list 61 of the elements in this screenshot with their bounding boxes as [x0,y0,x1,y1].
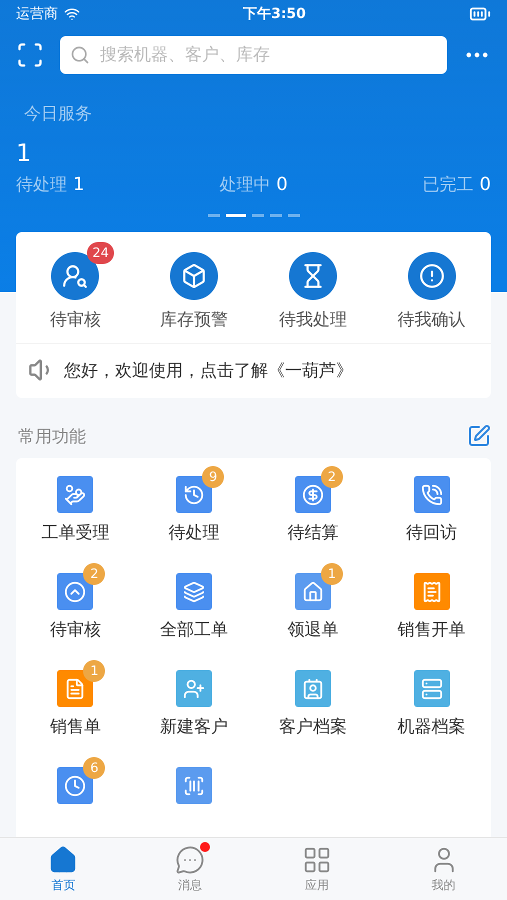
notice-text[interactable]: 您好，欢迎使用，点击了解《一葫芦》 [64,358,353,382]
total-count: 1 [16,139,32,167]
shortcut-label[interactable]: 待我处理 [278,308,347,331]
carrier-name: 运营商 [16,5,58,23]
contact-icon[interactable] [294,670,331,707]
scan-icon[interactable] [16,41,44,69]
search-field[interactable]: 搜索机器、客户、库存 [60,36,447,74]
function-label[interactable]: 待回访 [406,521,458,544]
count-badge: 2 [320,466,343,488]
stat-value: 0 [276,174,288,195]
function-label[interactable]: 销售单 [50,715,101,738]
stat-value: 1 [73,174,84,195]
function-label[interactable]: 待审核 [50,618,101,641]
barcode-icon[interactable] [176,767,212,804]
edit-icon[interactable] [467,424,491,448]
page-indicator[interactable] [226,214,246,217]
status-time: 下午3:50 [243,5,306,23]
hand-coins-icon[interactable] [57,476,94,513]
page-indicator[interactable] [208,214,220,217]
tab-item[interactable]: 首页 [0,838,127,900]
search-input[interactable]: 搜索机器、客户、库存 [98,44,437,66]
function-label[interactable]: 待处理 [168,521,220,544]
search-icon [70,45,90,65]
shortcut-label[interactable]: 待审核 [50,308,101,331]
function-label[interactable]: 领退单 [287,618,338,641]
document-icon[interactable] [57,670,94,707]
page-indicator[interactable] [270,214,282,217]
alert-icon[interactable] [408,252,456,300]
layers-icon[interactable] [176,573,212,610]
function-label[interactable]: 全部工单 [160,618,228,641]
count-badge: 1 [83,660,106,682]
count-badge: 6 [83,757,106,779]
shortcut-label[interactable]: 库存预警 [160,308,228,331]
server-icon[interactable] [414,670,450,707]
stat-label: 已完工 [422,174,474,196]
function-label[interactable]: 机器档案 [398,715,466,738]
function-label[interactable]: 新建客户 [160,715,228,738]
stat-label: 待处理 [16,174,67,196]
shortcut-label[interactable]: 待我确认 [398,308,466,331]
count-badge: 1 [320,563,343,585]
box-icon[interactable] [170,252,218,300]
add-user-icon[interactable] [176,670,212,707]
section-title: 常用功能 [18,426,86,448]
house-icon[interactable] [294,573,331,610]
page-indicator[interactable] [288,214,300,217]
function-label[interactable]: 工单受理 [41,521,110,544]
stat-value: 0 [480,174,491,195]
count-badge: 24 [87,242,114,264]
receipt-icon[interactable] [414,573,450,610]
stat-label: 处理中 [219,174,270,196]
section-title: 今日服务 [23,104,92,124]
function-label[interactable]: 销售开单 [398,618,466,641]
function-label[interactable]: 客户档案 [278,715,347,738]
count-badge: 9 [202,466,224,488]
hourglass-icon[interactable] [288,252,337,300]
function-label[interactable]: 待结算 [287,521,338,544]
chat-icon [175,844,206,874]
phone-icon[interactable] [414,476,450,513]
page-indicator[interactable] [252,214,264,217]
count-badge: 2 [83,563,106,585]
wifi-icon [64,6,80,22]
